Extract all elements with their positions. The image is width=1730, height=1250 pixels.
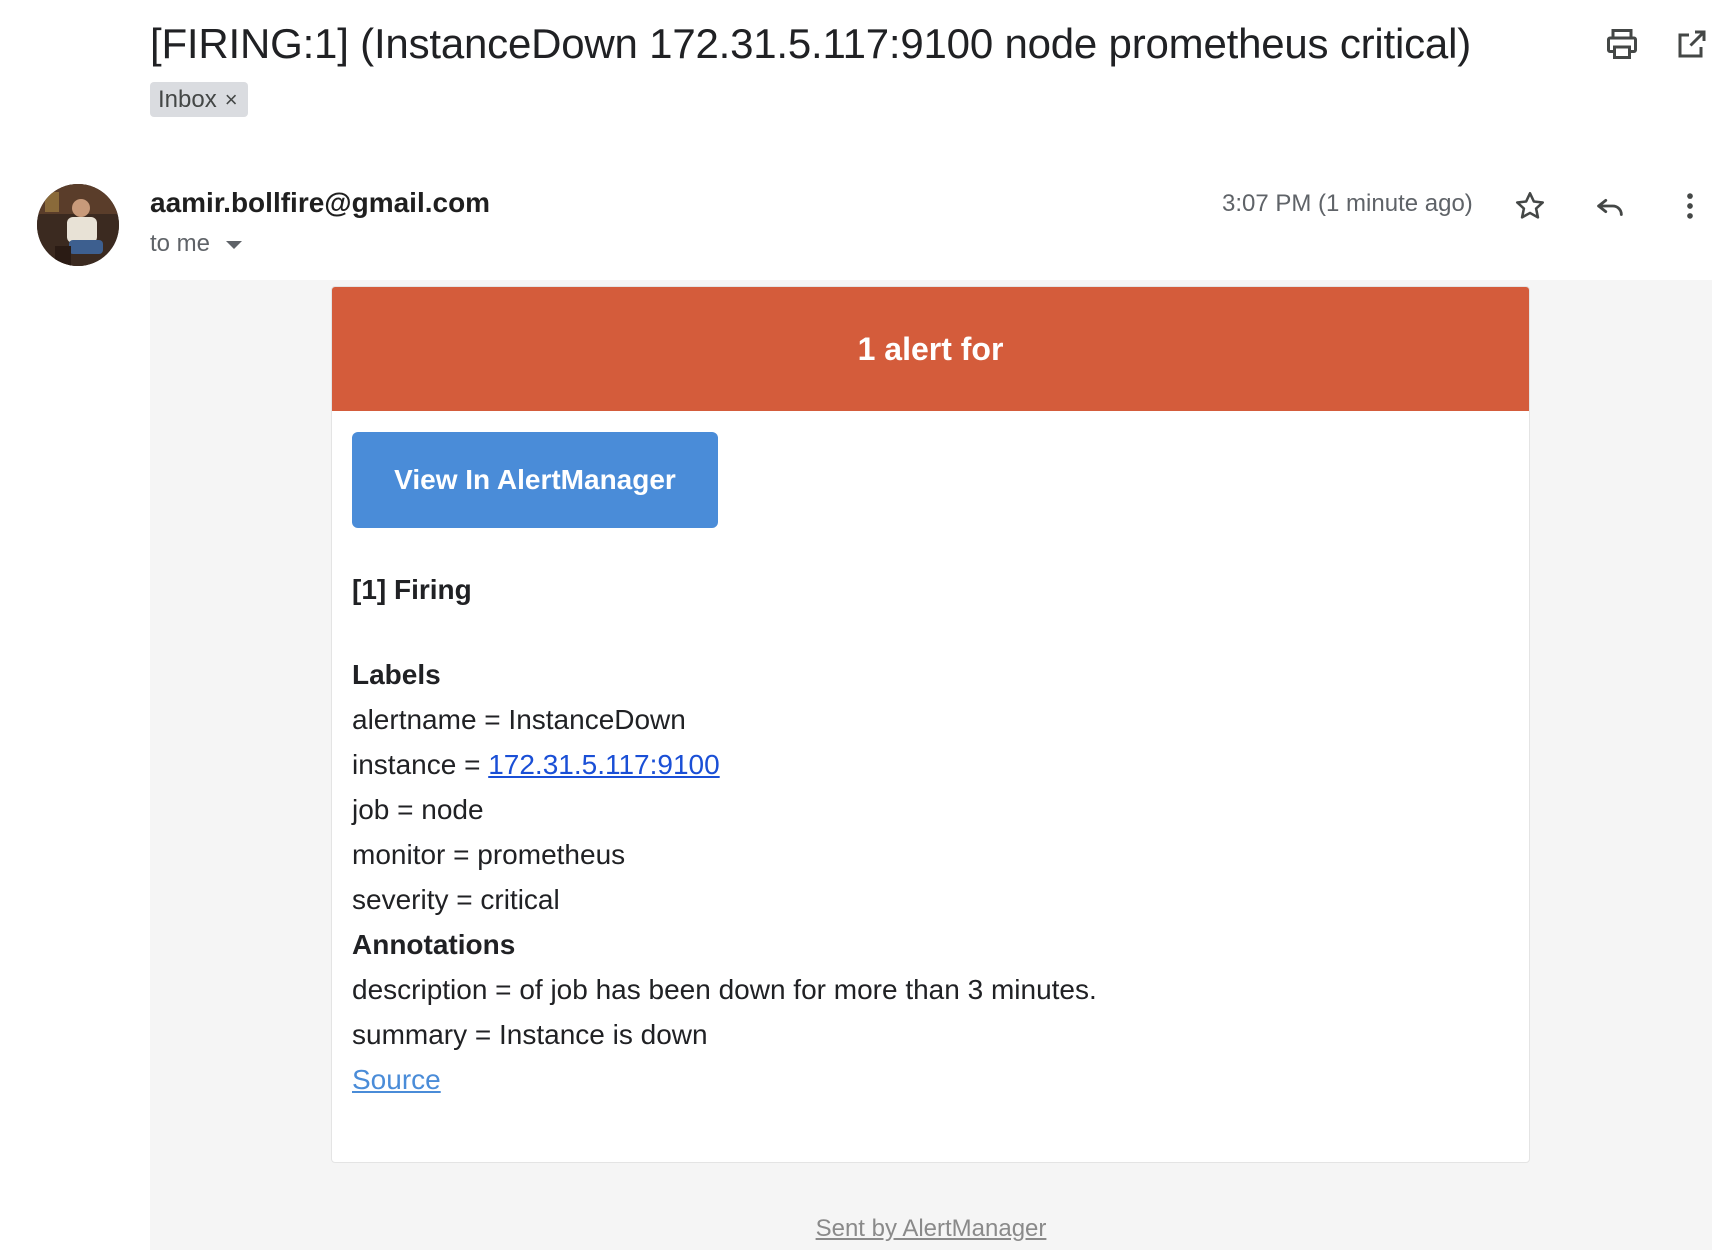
annotation-description: description = of job has been down for m… [352, 974, 1097, 1005]
email-view: [FIRING:1] (InstanceDown 172.31.5.117:91… [0, 0, 1730, 1250]
labels-heading: Labels [352, 659, 441, 690]
avatar-photo [37, 184, 119, 266]
alert-banner-text: 1 alert for [857, 330, 1004, 367]
recipient-text: to me [150, 230, 211, 257]
sender-avatar[interactable] [37, 184, 119, 266]
annotation-summary: summary = Instance is down [352, 1019, 708, 1050]
annotations-heading: Annotations [352, 929, 516, 960]
remove-label-icon[interactable]: × [225, 82, 238, 117]
label-severity: severity = critical [352, 884, 560, 915]
message-timestamp: 3:07 PM (1 minute ago) [1222, 190, 1473, 217]
alert-details: [1] Firing Labels alertname = InstanceDo… [352, 567, 1097, 1102]
recipient-details[interactable]: to me [150, 228, 243, 260]
source-link[interactable]: Source [352, 1064, 441, 1095]
firing-heading: [1] Firing [352, 574, 472, 605]
star-icon[interactable] [1508, 184, 1552, 228]
chevron-down-icon[interactable] [226, 241, 243, 249]
label-chip-text: Inbox [158, 86, 217, 113]
more-vert-icon[interactable] [1668, 184, 1712, 228]
open-in-new-window-icon[interactable] [1672, 24, 1712, 64]
email-subject: [FIRING:1] (InstanceDown 172.31.5.117:91… [150, 20, 1472, 67]
sender-email[interactable]: aamir.bollfire@gmail.com [150, 184, 490, 222]
label-monitor: monitor = prometheus [352, 839, 626, 870]
view-in-alertmanager-button[interactable]: View In AlertManager [352, 432, 718, 528]
print-icon[interactable] [1602, 24, 1642, 64]
reply-icon[interactable] [1588, 184, 1632, 228]
label-instance: instance = 172.31.5.117:9100 [352, 742, 1097, 787]
alert-card: 1 alert for View In AlertManager [1] Fir… [331, 286, 1530, 1163]
label-alertname: alertname = InstanceDown [352, 704, 686, 735]
label-instance-key: instance = [352, 749, 489, 780]
instance-link[interactable]: 172.31.5.117:9100 [488, 749, 719, 780]
sent-by-alertmanager-link[interactable]: Sent by AlertManager [150, 1215, 1712, 1243]
alert-banner: 1 alert for [332, 287, 1529, 411]
inbox-label-chip[interactable]: Inbox × [150, 82, 248, 117]
label-job: job = node [352, 794, 484, 825]
